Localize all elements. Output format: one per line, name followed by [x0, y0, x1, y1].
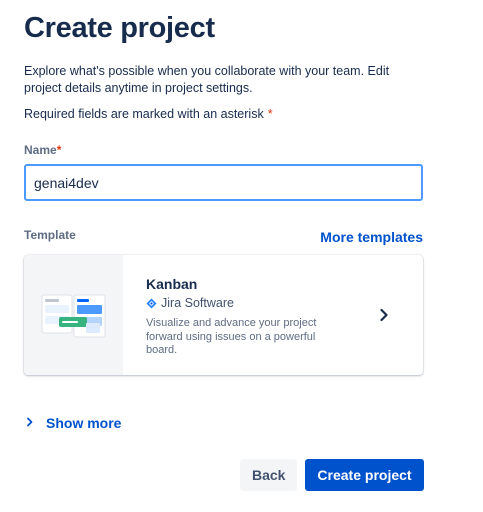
show-more-label: Show more: [46, 415, 122, 431]
create-project-button[interactable]: Create project: [305, 459, 424, 491]
kanban-board-illustration: [24, 255, 123, 375]
name-field-label: Name*: [24, 143, 61, 157]
project-name-input[interactable]: [24, 164, 423, 201]
required-asterisk: *: [267, 107, 273, 121]
template-card-kanban[interactable]: Kanban Jira Software Visualize and advan…: [24, 255, 423, 375]
template-product-label: Jira Software: [161, 296, 234, 310]
more-templates-link[interactable]: More templates: [320, 229, 423, 245]
kanban-thumbnail-svg: [41, 294, 106, 338]
name-label-text: Name: [24, 143, 57, 157]
required-note-text: Required fields are marked with an aster…: [24, 107, 264, 121]
template-label: Template: [24, 228, 76, 242]
chevron-right-icon: [379, 308, 389, 327]
template-description: Visualize and advance your project forwa…: [146, 317, 317, 356]
template-name: Kanban: [146, 276, 198, 292]
jira-logo-icon: [146, 297, 157, 309]
show-more-toggle[interactable]: Show more: [26, 414, 121, 432]
page-title: Create project: [24, 12, 215, 44]
template-product: Jira Software: [146, 296, 234, 310]
required-fields-note: Required fields are marked with an aster…: [24, 107, 273, 121]
create-project-page: Create project Explore what's possible w…: [0, 0, 483, 512]
chevron-right-icon: [26, 414, 34, 432]
page-description: Explore what's possible when you collabo…: [24, 64, 390, 95]
back-button[interactable]: Back: [240, 459, 297, 491]
name-required-asterisk: *: [56, 143, 62, 157]
